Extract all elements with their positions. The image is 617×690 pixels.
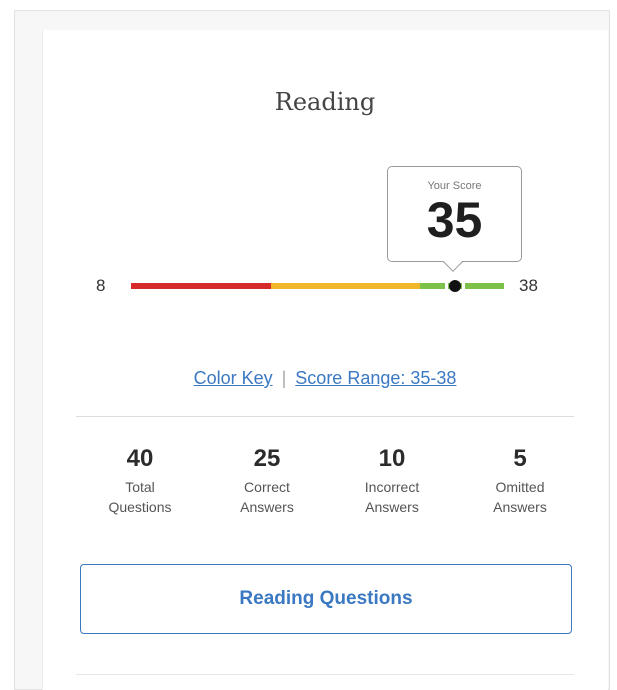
- score-bar-tick: [462, 283, 465, 289]
- score-bar-mid-segment: [271, 283, 420, 289]
- color-key-link[interactable]: Color Key: [194, 368, 273, 388]
- section-title: Reading: [274, 88, 376, 116]
- your-score-value: 35: [426, 192, 483, 248]
- scale-min-label: 8: [96, 276, 106, 295]
- stat-incorrect-answers: 10 Incorrect Answers: [332, 445, 452, 517]
- score-range-link[interactable]: Score Range: 35-38: [295, 368, 456, 388]
- stat-label: Incorrect Answers: [364, 479, 420, 515]
- your-score-label: Your Score: [427, 180, 482, 192]
- stat-value: 25: [253, 445, 281, 472]
- scale-max-label: 38: [519, 276, 538, 295]
- score-bar-tick: [445, 283, 448, 289]
- links-separator: |: [281, 368, 287, 388]
- divider: [76, 674, 574, 675]
- stat-value: 5: [513, 445, 527, 472]
- stat-total-questions: 40 Total Questions: [80, 445, 200, 517]
- stat-value: 10: [378, 445, 406, 472]
- stat-label: Correct Answers: [240, 479, 294, 515]
- reading-questions-button[interactable]: Reading Questions: [80, 564, 572, 634]
- stat-omitted-answers: 5 Omitted Answers: [460, 445, 580, 517]
- divider: [76, 416, 574, 417]
- your-score-tooltip: Your Score 35: [387, 166, 522, 262]
- score-links: Color Key | Score Range: 35-38: [42, 368, 608, 389]
- stat-label: Total Questions: [108, 479, 172, 515]
- score-bar-low-segment: [131, 283, 271, 289]
- stat-label: Omitted Answers: [493, 479, 547, 515]
- stat-value: 40: [126, 445, 154, 472]
- stat-correct-answers: 25 Correct Answers: [207, 445, 327, 517]
- score-marker: [449, 280, 461, 292]
